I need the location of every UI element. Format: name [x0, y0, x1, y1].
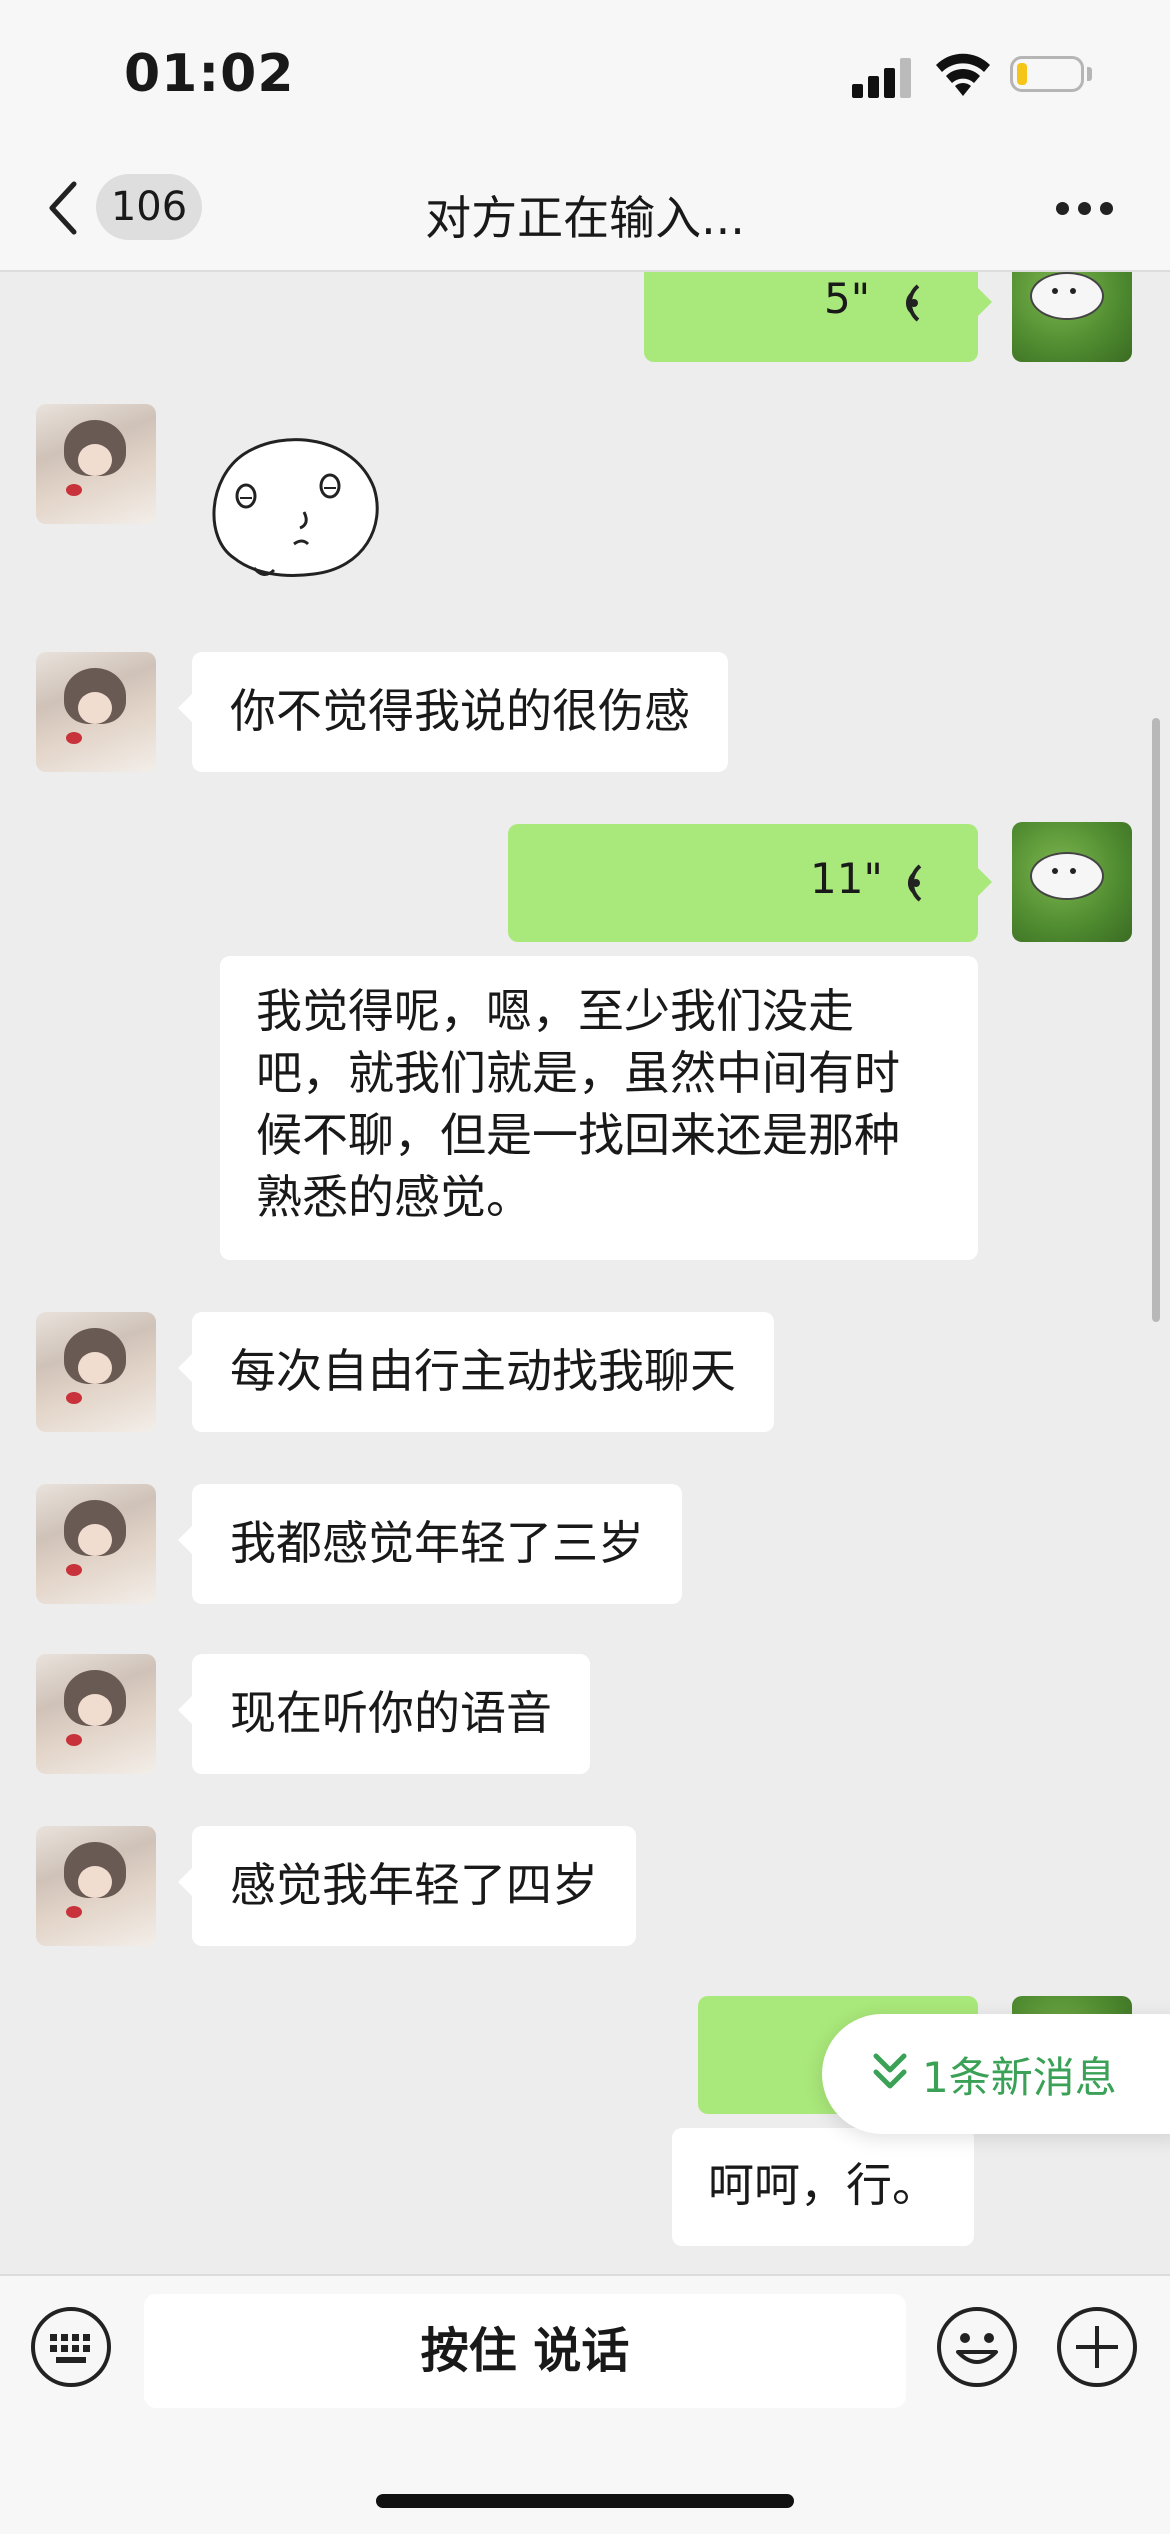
transcript-line: 吧，就我们就是，虽然中间有时	[256, 1046, 900, 1100]
my-avatar[interactable]	[1012, 272, 1132, 362]
contact-avatar[interactable]	[36, 1654, 156, 1774]
message-bubble-incoming[interactable]: 现在听你的语音	[178, 1654, 590, 1774]
keyboard-icon[interactable]	[30, 2306, 112, 2388]
contact-avatar[interactable]	[36, 1826, 156, 1946]
wifi-icon	[936, 53, 990, 96]
new-message-text: 1条新消息	[922, 2053, 1117, 2102]
contact-avatar[interactable]	[36, 1312, 156, 1432]
sticker-image[interactable]	[204, 428, 384, 588]
message-bubble-incoming[interactable]: 每次自由行主动找我聊天	[178, 1312, 774, 1432]
emoji-icon[interactable]	[936, 2306, 1018, 2388]
transcript-line: 候不聊，但是一找回来还是那种	[256, 1108, 900, 1162]
input-bar: 按住 说话	[0, 2274, 1170, 2534]
chat-header: 106 对方正在输入...	[0, 150, 1170, 272]
transcript-line: 熟悉的感觉。	[256, 1170, 532, 1224]
more-dots-icon[interactable]	[1056, 202, 1114, 218]
voice-message[interactable]: 5"	[644, 272, 992, 362]
contact-avatar[interactable]	[36, 1484, 156, 1604]
my-avatar[interactable]	[1012, 822, 1132, 942]
contact-avatar[interactable]	[36, 652, 156, 772]
message-bubble-incoming[interactable]: 我都感觉年轻了三岁	[178, 1484, 682, 1604]
double-chevron-down-icon	[873, 2053, 907, 2089]
voice-wave-icon	[905, 284, 920, 322]
push-to-talk-button[interactable]: 按住 说话	[144, 2294, 906, 2408]
transcript-line: 呵呵，行。	[708, 2158, 938, 2212]
message-bubble-incoming[interactable]: 你不觉得我说的很伤感	[178, 652, 728, 772]
message-list[interactable]: 5" 你不觉得我说的很伤感 11" 我觉得呢，嗯，至少我们没走 吧，就我们就是，…	[0, 272, 1170, 2274]
voice-wave-icon	[907, 864, 922, 902]
message-bubble-incoming[interactable]: 感觉我年轻了四岁	[178, 1826, 636, 1946]
transcript-line: 我觉得呢，嗯，至少我们没走	[256, 984, 854, 1038]
status-bar: 01:02	[0, 0, 1170, 150]
battery-icon	[1010, 56, 1084, 92]
home-indicator	[376, 2494, 794, 2508]
voice-message[interactable]: 11"	[508, 824, 992, 942]
new-message-pill[interactable]: 1条新消息	[822, 2014, 1170, 2134]
voice-transcript[interactable]: 呵呵，行。	[672, 2128, 974, 2246]
plus-icon[interactable]	[1056, 2306, 1138, 2388]
voice-duration: 11"	[810, 854, 883, 903]
battery-level	[1017, 63, 1027, 85]
voice-duration: 5"	[824, 274, 871, 323]
voice-transcript[interactable]: 我觉得呢，嗯，至少我们没走 吧，就我们就是，虽然中间有时 候不聊，但是一找回来还…	[220, 956, 978, 1260]
cellular-signal-icon	[852, 58, 914, 98]
chat-title: 对方正在输入...	[425, 191, 745, 245]
battery-cap	[1087, 67, 1092, 81]
status-time: 01:02	[124, 44, 295, 104]
scrollbar[interactable]	[1152, 718, 1160, 1322]
contact-avatar[interactable]	[36, 404, 156, 524]
